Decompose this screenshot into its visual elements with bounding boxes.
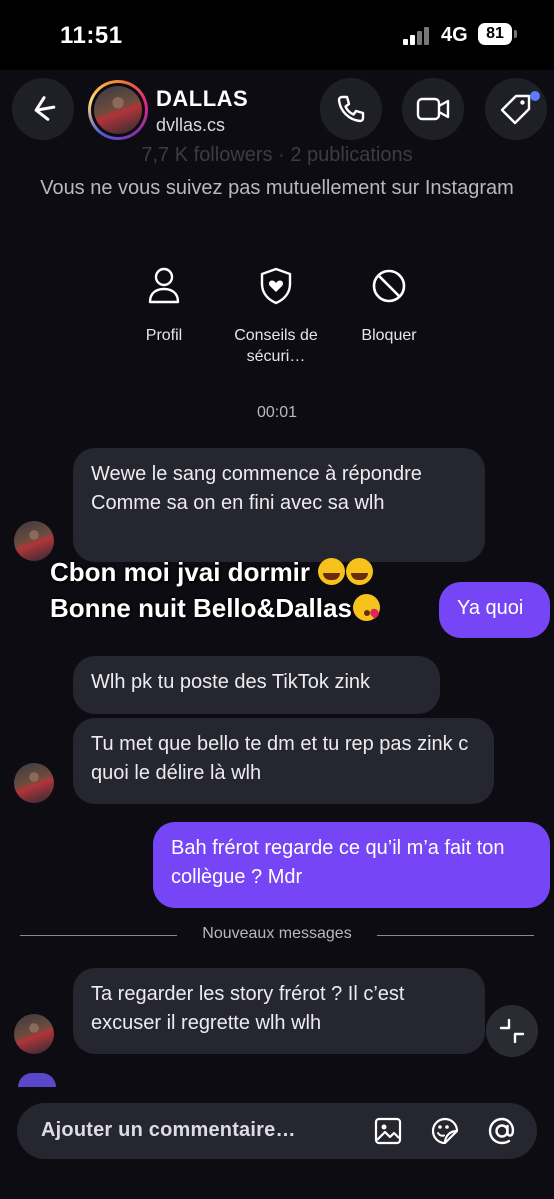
safety-tips-label: Conseils de sécuri…: [234, 327, 318, 365]
user-icon: [148, 267, 180, 304]
mention-icon: [488, 1117, 515, 1145]
overlay-line-1: Cbon moi jvai dormir: [50, 557, 311, 587]
safety-tips-action[interactable]: Conseils de sécuri…: [216, 265, 336, 367]
profile-action-label: Profil: [145, 327, 183, 344]
video-icon: [416, 97, 450, 121]
mutual-follow-notice: Vous ne vous suivez pas mutuellement sur…: [40, 177, 514, 199]
shield-heart-icon: [260, 267, 292, 305]
sticker-icon: [431, 1117, 459, 1145]
comment-input[interactable]: Ajouter un commentaire…: [17, 1103, 537, 1159]
new-messages-divider: Nouveaux messages: [202, 925, 352, 942]
contact-name[interactable]: DALLAS: [156, 86, 248, 112]
sender-avatar[interactable]: [14, 1014, 54, 1054]
tag-button[interactable]: [485, 78, 547, 140]
followers-line: 7,7 K followers · 2 publications: [141, 144, 413, 166]
mention-button[interactable]: [486, 1115, 518, 1147]
tag-icon: [500, 94, 531, 125]
block-icon: [372, 269, 406, 303]
laughing-emoji-icon: [318, 558, 346, 585]
comment-placeholder: Ajouter un commentaire…: [41, 1119, 296, 1141]
block-action[interactable]: Bloquer: [329, 265, 449, 346]
story-overlay-text: Cbon moi jvai dormir Bonne nuit Bello&Da…: [50, 554, 380, 626]
message-bubble-incoming[interactable]: Tu met que bello te dm et tu rep pas zin…: [73, 718, 494, 804]
kiss-emoji-icon: [352, 594, 380, 621]
gallery-button[interactable]: [372, 1115, 404, 1147]
laughing-emoji-icon: [346, 558, 374, 585]
battery-cap: [514, 30, 517, 38]
sender-avatar[interactable]: [14, 521, 54, 561]
sender-avatar[interactable]: [14, 763, 54, 803]
block-action-label: Bloquer: [361, 327, 417, 344]
notification-dot: [530, 91, 540, 101]
chevron-left-icon: [34, 96, 56, 121]
message-bubble-outgoing[interactable]: Bah frérot regarde ce qu’il m’a fait ton…: [153, 822, 550, 908]
contact-handle[interactable]: dvllas.cs: [156, 115, 225, 136]
profile-action[interactable]: Profil: [104, 265, 224, 346]
call-button[interactable]: [320, 78, 382, 140]
signal-icon: [403, 27, 433, 45]
collapse-button[interactable]: [486, 1005, 538, 1057]
partial-bubble: [18, 1073, 56, 1087]
battery-icon: 81: [478, 23, 512, 45]
chat-timestamp: 00:01: [256, 404, 298, 421]
status-time: 11:51: [60, 22, 123, 49]
image-icon: [374, 1117, 402, 1145]
chat-header: [0, 70, 554, 150]
back-button[interactable]: [12, 78, 74, 140]
divider-line-right: [377, 935, 534, 936]
message-bubble-incoming[interactable]: Wewe le sang commence à répondre Comme s…: [73, 448, 485, 562]
network-label: 4G: [441, 24, 468, 46]
sticker-button[interactable]: [429, 1115, 461, 1147]
chat-screen: 11:51 4G 81 DALLAS dvllas.cs 7,7 K follo…: [0, 0, 554, 1199]
overlay-line-2: Bonne nuit Bello&Dallas: [50, 593, 352, 623]
collapse-arrows-icon: [499, 1018, 525, 1044]
status-bar: 11:51 4G 81: [0, 0, 554, 70]
phone-icon: [337, 95, 365, 123]
video-call-button[interactable]: [402, 78, 464, 140]
avatar[interactable]: [88, 80, 148, 140]
message-bubble-incoming[interactable]: Wlh pk tu poste des TikTok zink: [73, 656, 440, 714]
message-bubble-outgoing[interactable]: Ya quoi: [439, 582, 550, 638]
message-bubble-incoming[interactable]: Ta regarder les story frérot ? Il c’est …: [73, 968, 485, 1054]
